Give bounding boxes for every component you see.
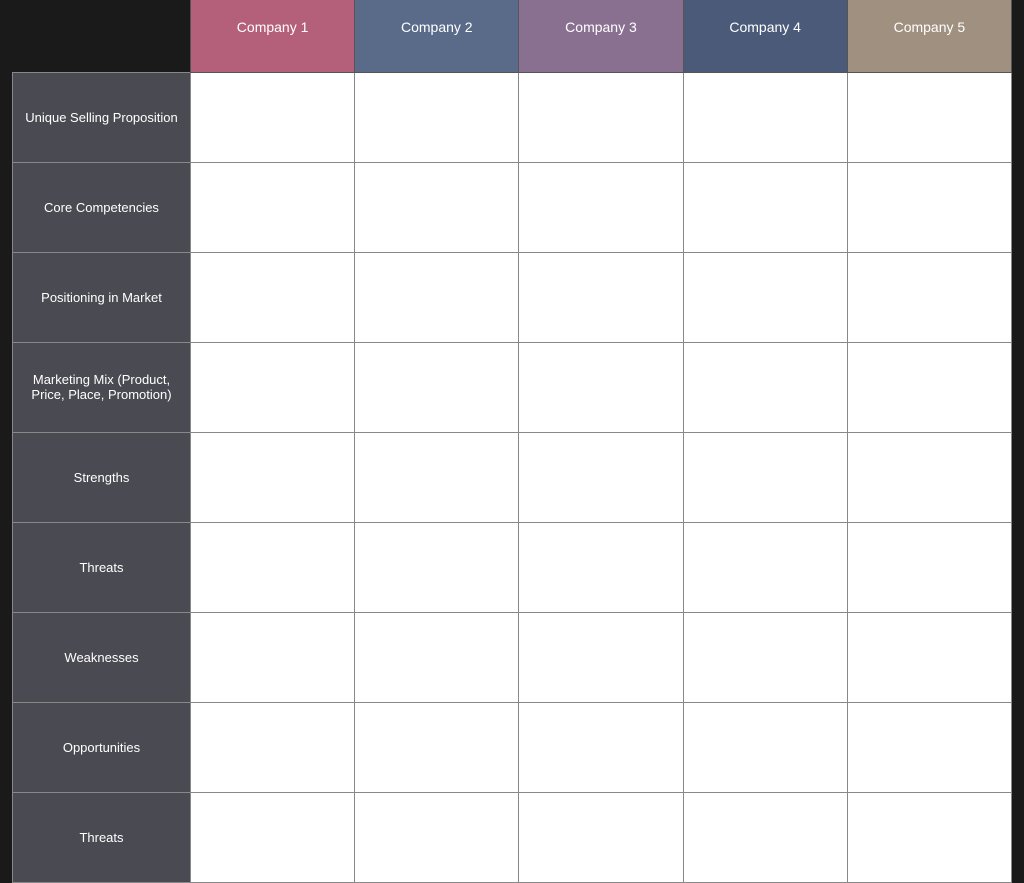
- cell-row5-col1[interactable]: [355, 522, 519, 612]
- row-label-8: Threats: [13, 792, 191, 882]
- cell-row6-col1[interactable]: [355, 612, 519, 702]
- cell-row7-col0[interactable]: [191, 702, 355, 792]
- cell-row6-col2[interactable]: [519, 612, 683, 702]
- comparison-table: Company 1 Company 2 Company 3 Company 4 …: [12, 0, 1012, 883]
- cell-row8-col3[interactable]: [683, 792, 847, 882]
- table-row: Threats: [13, 522, 1012, 612]
- cell-row4-col4[interactable]: [847, 432, 1011, 522]
- cell-row2-col3[interactable]: [683, 252, 847, 342]
- header-company2: Company 2: [355, 0, 519, 72]
- row-label-7: Opportunities: [13, 702, 191, 792]
- cell-row7-col1[interactable]: [355, 702, 519, 792]
- cell-row4-col1[interactable]: [355, 432, 519, 522]
- cell-row2-col0[interactable]: [191, 252, 355, 342]
- cell-row3-col1[interactable]: [355, 342, 519, 432]
- cell-row0-col4[interactable]: [847, 72, 1011, 162]
- cell-row3-col2[interactable]: [519, 342, 683, 432]
- cell-row2-col1[interactable]: [355, 252, 519, 342]
- header-company1: Company 1: [191, 0, 355, 72]
- cell-row1-col0[interactable]: [191, 162, 355, 252]
- row-label-6: Weaknesses: [13, 612, 191, 702]
- table-row: Weaknesses: [13, 612, 1012, 702]
- header-company3: Company 3: [519, 0, 683, 72]
- cell-row4-col3[interactable]: [683, 432, 847, 522]
- cell-row5-col3[interactable]: [683, 522, 847, 612]
- cell-row8-col0[interactable]: [191, 792, 355, 882]
- cell-row6-col3[interactable]: [683, 612, 847, 702]
- cell-row1-col1[interactable]: [355, 162, 519, 252]
- cell-row5-col2[interactable]: [519, 522, 683, 612]
- header-company5: Company 5: [847, 0, 1011, 72]
- row-label-0: Unique Selling Proposition: [13, 72, 191, 162]
- cell-row3-col0[interactable]: [191, 342, 355, 432]
- cell-row0-col1[interactable]: [355, 72, 519, 162]
- cell-row6-col0[interactable]: [191, 612, 355, 702]
- row-label-1: Core Competencies: [13, 162, 191, 252]
- cell-row2-col4[interactable]: [847, 252, 1011, 342]
- cell-row8-col2[interactable]: [519, 792, 683, 882]
- cell-row5-col0[interactable]: [191, 522, 355, 612]
- row-label-5: Threats: [13, 522, 191, 612]
- header-company4: Company 4: [683, 0, 847, 72]
- cell-row3-col3[interactable]: [683, 342, 847, 432]
- table-row: Unique Selling Proposition: [13, 72, 1012, 162]
- row-label-3: Marketing Mix (Product, Price, Place, Pr…: [13, 342, 191, 432]
- cell-row4-col2[interactable]: [519, 432, 683, 522]
- table-row: Strengths: [13, 432, 1012, 522]
- main-container: Company 1 Company 2 Company 3 Company 4 …: [0, 0, 1024, 864]
- cell-row7-col2[interactable]: [519, 702, 683, 792]
- cell-row1-col4[interactable]: [847, 162, 1011, 252]
- cell-row8-col1[interactable]: [355, 792, 519, 882]
- table-row: Core Competencies: [13, 162, 1012, 252]
- cell-row1-col3[interactable]: [683, 162, 847, 252]
- cell-row0-col2[interactable]: [519, 72, 683, 162]
- cell-row6-col4[interactable]: [847, 612, 1011, 702]
- cell-row3-col4[interactable]: [847, 342, 1011, 432]
- table-row: Opportunities: [13, 702, 1012, 792]
- cell-row2-col2[interactable]: [519, 252, 683, 342]
- cell-row4-col0[interactable]: [191, 432, 355, 522]
- row-label-2: Positioning in Market: [13, 252, 191, 342]
- cell-row5-col4[interactable]: [847, 522, 1011, 612]
- header-empty: [13, 0, 191, 72]
- row-label-4: Strengths: [13, 432, 191, 522]
- cell-row8-col4[interactable]: [847, 792, 1011, 882]
- cell-row1-col2[interactable]: [519, 162, 683, 252]
- cell-row7-col3[interactable]: [683, 702, 847, 792]
- cell-row0-col3[interactable]: [683, 72, 847, 162]
- cell-row0-col0[interactable]: [191, 72, 355, 162]
- table-row: Threats: [13, 792, 1012, 882]
- table-row: Marketing Mix (Product, Price, Place, Pr…: [13, 342, 1012, 432]
- table-row: Positioning in Market: [13, 252, 1012, 342]
- cell-row7-col4[interactable]: [847, 702, 1011, 792]
